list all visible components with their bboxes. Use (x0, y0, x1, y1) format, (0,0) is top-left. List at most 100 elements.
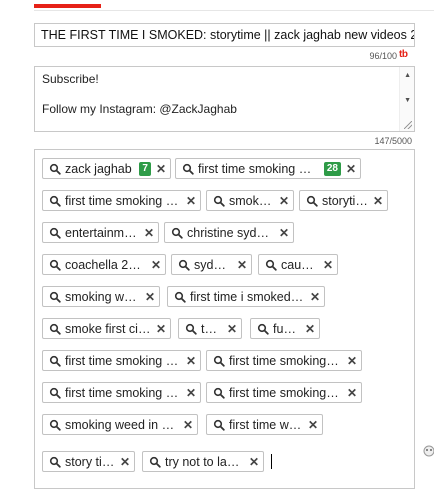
tag-label: smoking weed in my room (65, 417, 178, 432)
search-icon (174, 291, 186, 303)
tag-chip[interactable]: coachella 2018 ✕ (42, 254, 166, 275)
search-icon (306, 195, 318, 207)
tag-label: storytime (322, 193, 368, 208)
remove-tag-icon[interactable]: ✕ (237, 259, 247, 271)
tag-label: first time smoking weed storytime (229, 353, 342, 368)
tag-chip[interactable]: tana ✕ (178, 318, 242, 339)
tubebuddy-logo[interactable]: tb (399, 49, 408, 60)
tag-chip[interactable]: first time smoking weed storytime ✕ (206, 350, 362, 371)
tag-chip[interactable]: smoking weed ✕ (42, 286, 160, 307)
remove-tag-icon[interactable]: ✕ (346, 163, 356, 175)
remove-tag-icon[interactable]: ✕ (120, 456, 130, 468)
remove-tag-icon[interactable]: ✕ (186, 195, 196, 207)
search-icon (49, 419, 61, 431)
tag-label: funny (273, 321, 300, 336)
search-icon (185, 323, 197, 335)
tag-label: caught (281, 257, 318, 272)
search-icon (213, 355, 225, 367)
tag-chip[interactable]: first time smoking weed high ✕ (206, 382, 362, 403)
tag-label: story time (65, 454, 115, 469)
search-icon (171, 227, 183, 239)
title-char-counter: 96/100 (369, 51, 397, 61)
search-icon (49, 259, 61, 271)
tag-label: entertainment (65, 225, 139, 240)
helper-icon[interactable] (423, 445, 434, 457)
tag-label: smoking (229, 193, 274, 208)
tag-label: tana (201, 321, 222, 336)
search-icon (49, 387, 61, 399)
search-icon (257, 323, 269, 335)
description-char-counter: 147/5000 (374, 136, 412, 146)
remove-tag-icon[interactable]: ✕ (347, 355, 357, 367)
search-icon (49, 355, 61, 367)
remove-tag-icon[interactable]: ✕ (310, 291, 320, 303)
remove-tag-icon[interactable]: ✕ (323, 259, 333, 271)
tag-chip[interactable]: smoking weed in my room ✕ (42, 414, 198, 435)
remove-tag-icon[interactable]: ✕ (151, 259, 161, 271)
scroll-down-icon[interactable]: ▼ (404, 97, 411, 104)
search-icon (49, 163, 61, 175)
tag-label: zack jaghab (65, 161, 132, 176)
remove-tag-icon[interactable]: ✕ (145, 291, 155, 303)
text-caret (271, 454, 272, 469)
tag-label: smoking weed (65, 289, 140, 304)
tag-label: first time smoking weed funny (65, 385, 181, 400)
remove-tag-icon[interactable]: ✕ (227, 323, 237, 335)
remove-tag-icon[interactable]: ✕ (308, 419, 318, 431)
tag-chip[interactable]: smoke first cigar ✕ (42, 318, 171, 339)
tag-chip[interactable]: try not to laugh ✕ (142, 451, 264, 472)
tag-chip[interactable]: funny ✕ (250, 318, 320, 339)
tag-rank-badge: 7 (139, 161, 151, 176)
remove-tag-icon[interactable]: ✕ (186, 355, 196, 367)
tag-label: coachella 2018 (65, 257, 146, 272)
tag-chip[interactable]: first time weed ✕ (206, 414, 323, 435)
remove-tag-icon[interactable]: ✕ (144, 227, 154, 239)
tag-chip[interactable]: first time smoking weed funny ✕ (42, 382, 201, 403)
tag-chip[interactable]: smoking ✕ (206, 190, 294, 211)
remove-tag-icon[interactable]: ✕ (305, 323, 315, 335)
remove-tag-icon[interactable]: ✕ (347, 387, 357, 399)
tag-chip[interactable]: christine sydelko ✕ (164, 222, 294, 243)
remove-tag-icon[interactable]: ✕ (279, 227, 289, 239)
tag-chip[interactable]: first time smoking weed 28 ✕ (175, 158, 361, 179)
remove-tag-icon[interactable]: ✕ (373, 195, 383, 207)
search-icon (213, 195, 225, 207)
tag-label: sydelko (194, 257, 232, 272)
tag-label: first time smoking weed high (229, 385, 342, 400)
remove-tag-icon[interactable]: ✕ (183, 419, 193, 431)
search-icon (49, 195, 61, 207)
remove-tag-icon[interactable]: ✕ (186, 387, 196, 399)
remove-tag-icon[interactable]: ✕ (156, 323, 166, 335)
tag-chip[interactable]: storytime ✕ (299, 190, 388, 211)
resize-grip-icon[interactable] (404, 121, 412, 129)
remove-tag-icon[interactable]: ✕ (279, 195, 289, 207)
search-icon (49, 291, 61, 303)
search-icon (182, 163, 194, 175)
tag-label: first time smoking weed story (65, 353, 181, 368)
scroll-up-icon[interactable]: ▲ (404, 72, 411, 79)
tag-label: christine sydelko (187, 225, 274, 240)
tab-bar (34, 0, 434, 11)
search-icon (49, 227, 61, 239)
remove-tag-icon[interactable]: ✕ (156, 163, 166, 175)
search-icon (213, 419, 225, 431)
tag-chip[interactable]: sydelko ✕ (171, 254, 252, 275)
tag-chip[interactable]: first time smoking weed story ✕ (42, 350, 201, 371)
title-input[interactable]: THE FIRST TIME I SMOKED: storytime || za… (34, 23, 415, 47)
tag-label: first time smoking weed (198, 161, 320, 176)
tag-chip[interactable]: zack jaghab 7 ✕ (42, 158, 171, 179)
tag-chip[interactable]: first time smoking weed reaction ✕ (42, 190, 201, 211)
remove-tag-icon[interactable]: ✕ (249, 456, 259, 468)
search-icon (149, 456, 161, 468)
tag-chip[interactable]: caught ✕ (258, 254, 338, 275)
description-text: Subscribe! Follow my Instagram: @ZackJag… (42, 72, 237, 116)
description-textarea[interactable]: Subscribe! Follow my Instagram: @ZackJag… (34, 66, 415, 132)
tag-chip[interactable]: entertainment ✕ (42, 222, 159, 243)
tag-label: first time smoking weed reaction (65, 193, 181, 208)
tag-label: first time i smoked weed (190, 289, 305, 304)
tag-label: smoke first cigar (65, 321, 151, 336)
tag-chip[interactable]: first time i smoked weed ✕ (167, 286, 325, 307)
search-icon (178, 259, 190, 271)
active-tab-indicator (34, 4, 101, 8)
tag-chip[interactable]: story time ✕ (42, 451, 135, 472)
